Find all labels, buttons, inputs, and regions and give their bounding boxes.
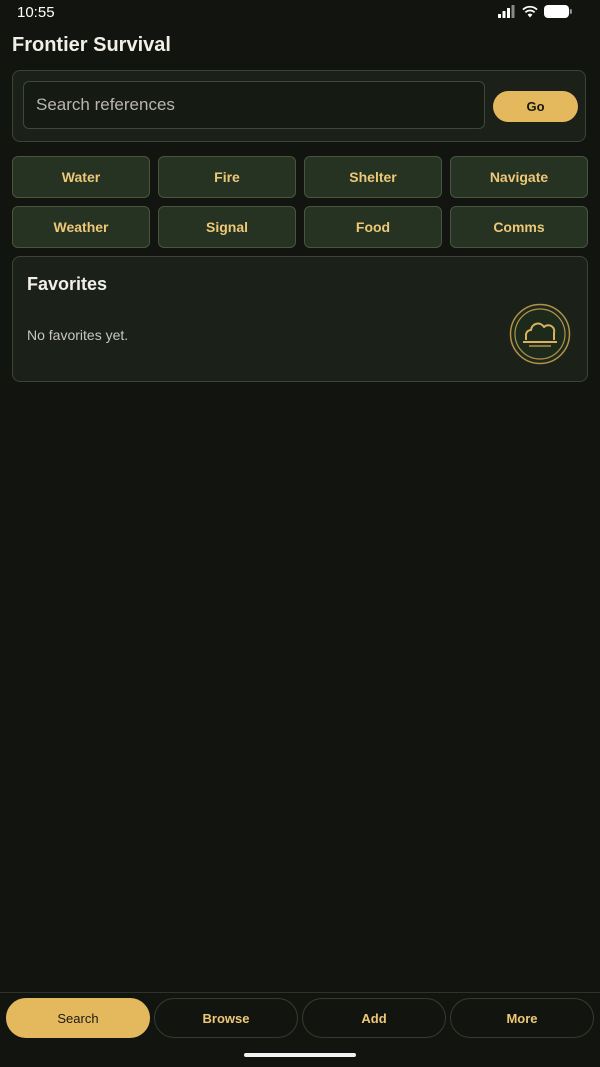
tab-search[interactable]: Search — [6, 998, 150, 1038]
category-shelter-button[interactable]: Shelter — [304, 156, 442, 198]
cloud-emblem-icon — [509, 303, 571, 365]
page-title: Frontier Survival — [12, 34, 171, 56]
category-signal-button[interactable]: Signal — [158, 206, 296, 248]
tab-more[interactable]: More — [450, 998, 594, 1038]
tab-browse[interactable]: Browse — [154, 998, 298, 1038]
bottom-nav: Search Browse Add More — [0, 992, 600, 1067]
tab-add[interactable]: Add — [302, 998, 446, 1038]
bottom-nav-tabs: Search Browse Add More — [6, 998, 594, 1038]
favorites-card: Favorites No favorites yet. — [12, 256, 588, 382]
home-indicator[interactable] — [244, 1053, 356, 1057]
search-input[interactable] — [23, 81, 485, 129]
favorites-title: Favorites — [27, 274, 108, 294]
category-grid: Water Fire Shelter Navigate Weather Sign… — [12, 156, 588, 248]
search-panel: Go — [12, 70, 586, 142]
status-bar: 10:55 — [0, 0, 600, 26]
status-icons — [498, 5, 572, 18]
category-weather-button[interactable]: Weather — [12, 206, 150, 248]
category-comms-button[interactable]: Comms — [450, 206, 588, 248]
category-water-button[interactable]: Water — [12, 156, 150, 198]
category-food-button[interactable]: Food — [304, 206, 442, 248]
category-fire-button[interactable]: Fire — [158, 156, 296, 198]
battery-icon — [544, 5, 572, 18]
favorites-empty-text: No favorites yet. — [27, 327, 129, 343]
category-navigate-button[interactable]: Navigate — [450, 156, 588, 198]
wifi-icon — [522, 5, 538, 18]
status-time: 10:55 — [17, 4, 55, 21]
go-button[interactable]: Go — [493, 91, 578, 122]
signal-icon — [498, 5, 515, 18]
